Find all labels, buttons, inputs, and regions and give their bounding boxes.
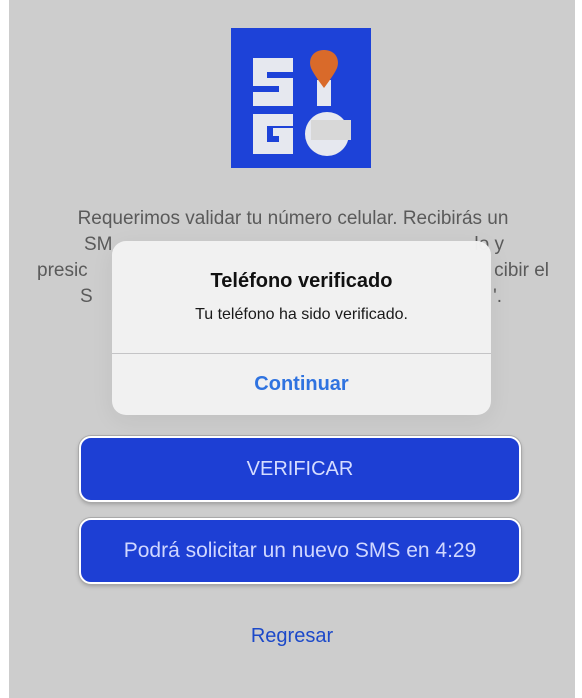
intro-line-2-left: SM [84, 234, 113, 255]
intro-line-1: Requerimos validar tu número celular. Re… [77, 208, 509, 229]
app-screen: Requerimos validar tu número celular. Re… [9, 0, 575, 698]
alert-message: Tu teléfono ha sido verificado. [195, 306, 408, 323]
resend-sms-button[interactable]: Podrá solicitar un nuevo SMS en 4:29 [79, 518, 521, 584]
intro-line-3-right: cibir el [494, 260, 549, 281]
verified-alert-dialog: Teléfono verificado Tu teléfono ha sido … [112, 241, 491, 415]
sigo-logo [231, 28, 371, 168]
back-link[interactable]: Regresar [9, 624, 575, 649]
alert-title: Teléfono verificado [210, 270, 393, 292]
intro-line-3-left: presic [37, 260, 88, 281]
continue-button[interactable]: Continuar [112, 354, 491, 415]
intro-line-4-right: '. [493, 286, 502, 307]
verify-button[interactable]: VERIFICAR [79, 436, 521, 502]
intro-line-4-left: S [80, 286, 93, 307]
